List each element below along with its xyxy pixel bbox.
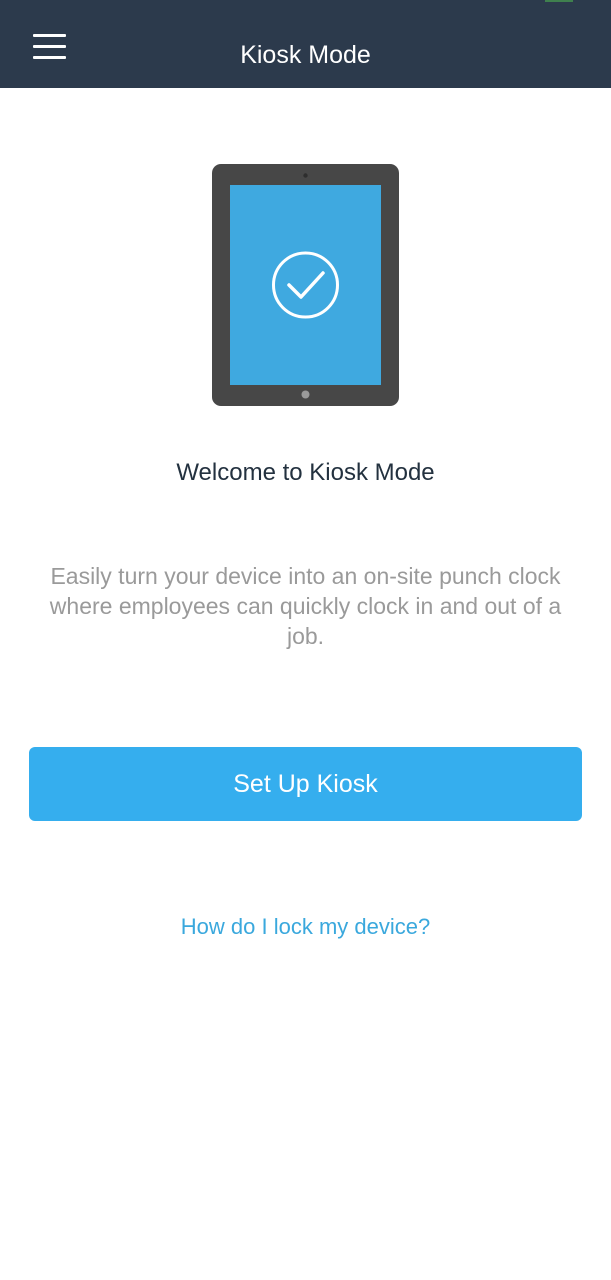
lock-device-help-link[interactable]: How do I lock my device? [0,913,611,941]
welcome-heading: Welcome to Kiosk Mode [176,459,435,486]
tablet-home-button [301,390,310,399]
page-title: Kiosk Mode [240,41,371,69]
tablet-screen [230,185,381,385]
status-bar-battery-indicator [545,0,573,2]
hamburger-menu-icon [32,34,66,37]
kiosk-mode-screen: Kiosk Mode Welcome to Kiosk Mode Easily … [0,0,611,1280]
top-app-bar: Kiosk Mode [0,0,611,88]
tablet-camera [303,173,308,178]
tablet-checkmark-icon [212,164,399,406]
set-up-kiosk-button[interactable]: Set Up Kiosk [29,747,582,821]
kiosk-description: Easily turn your device into an on-site … [49,563,562,649]
tablet-illustration [212,164,399,406]
